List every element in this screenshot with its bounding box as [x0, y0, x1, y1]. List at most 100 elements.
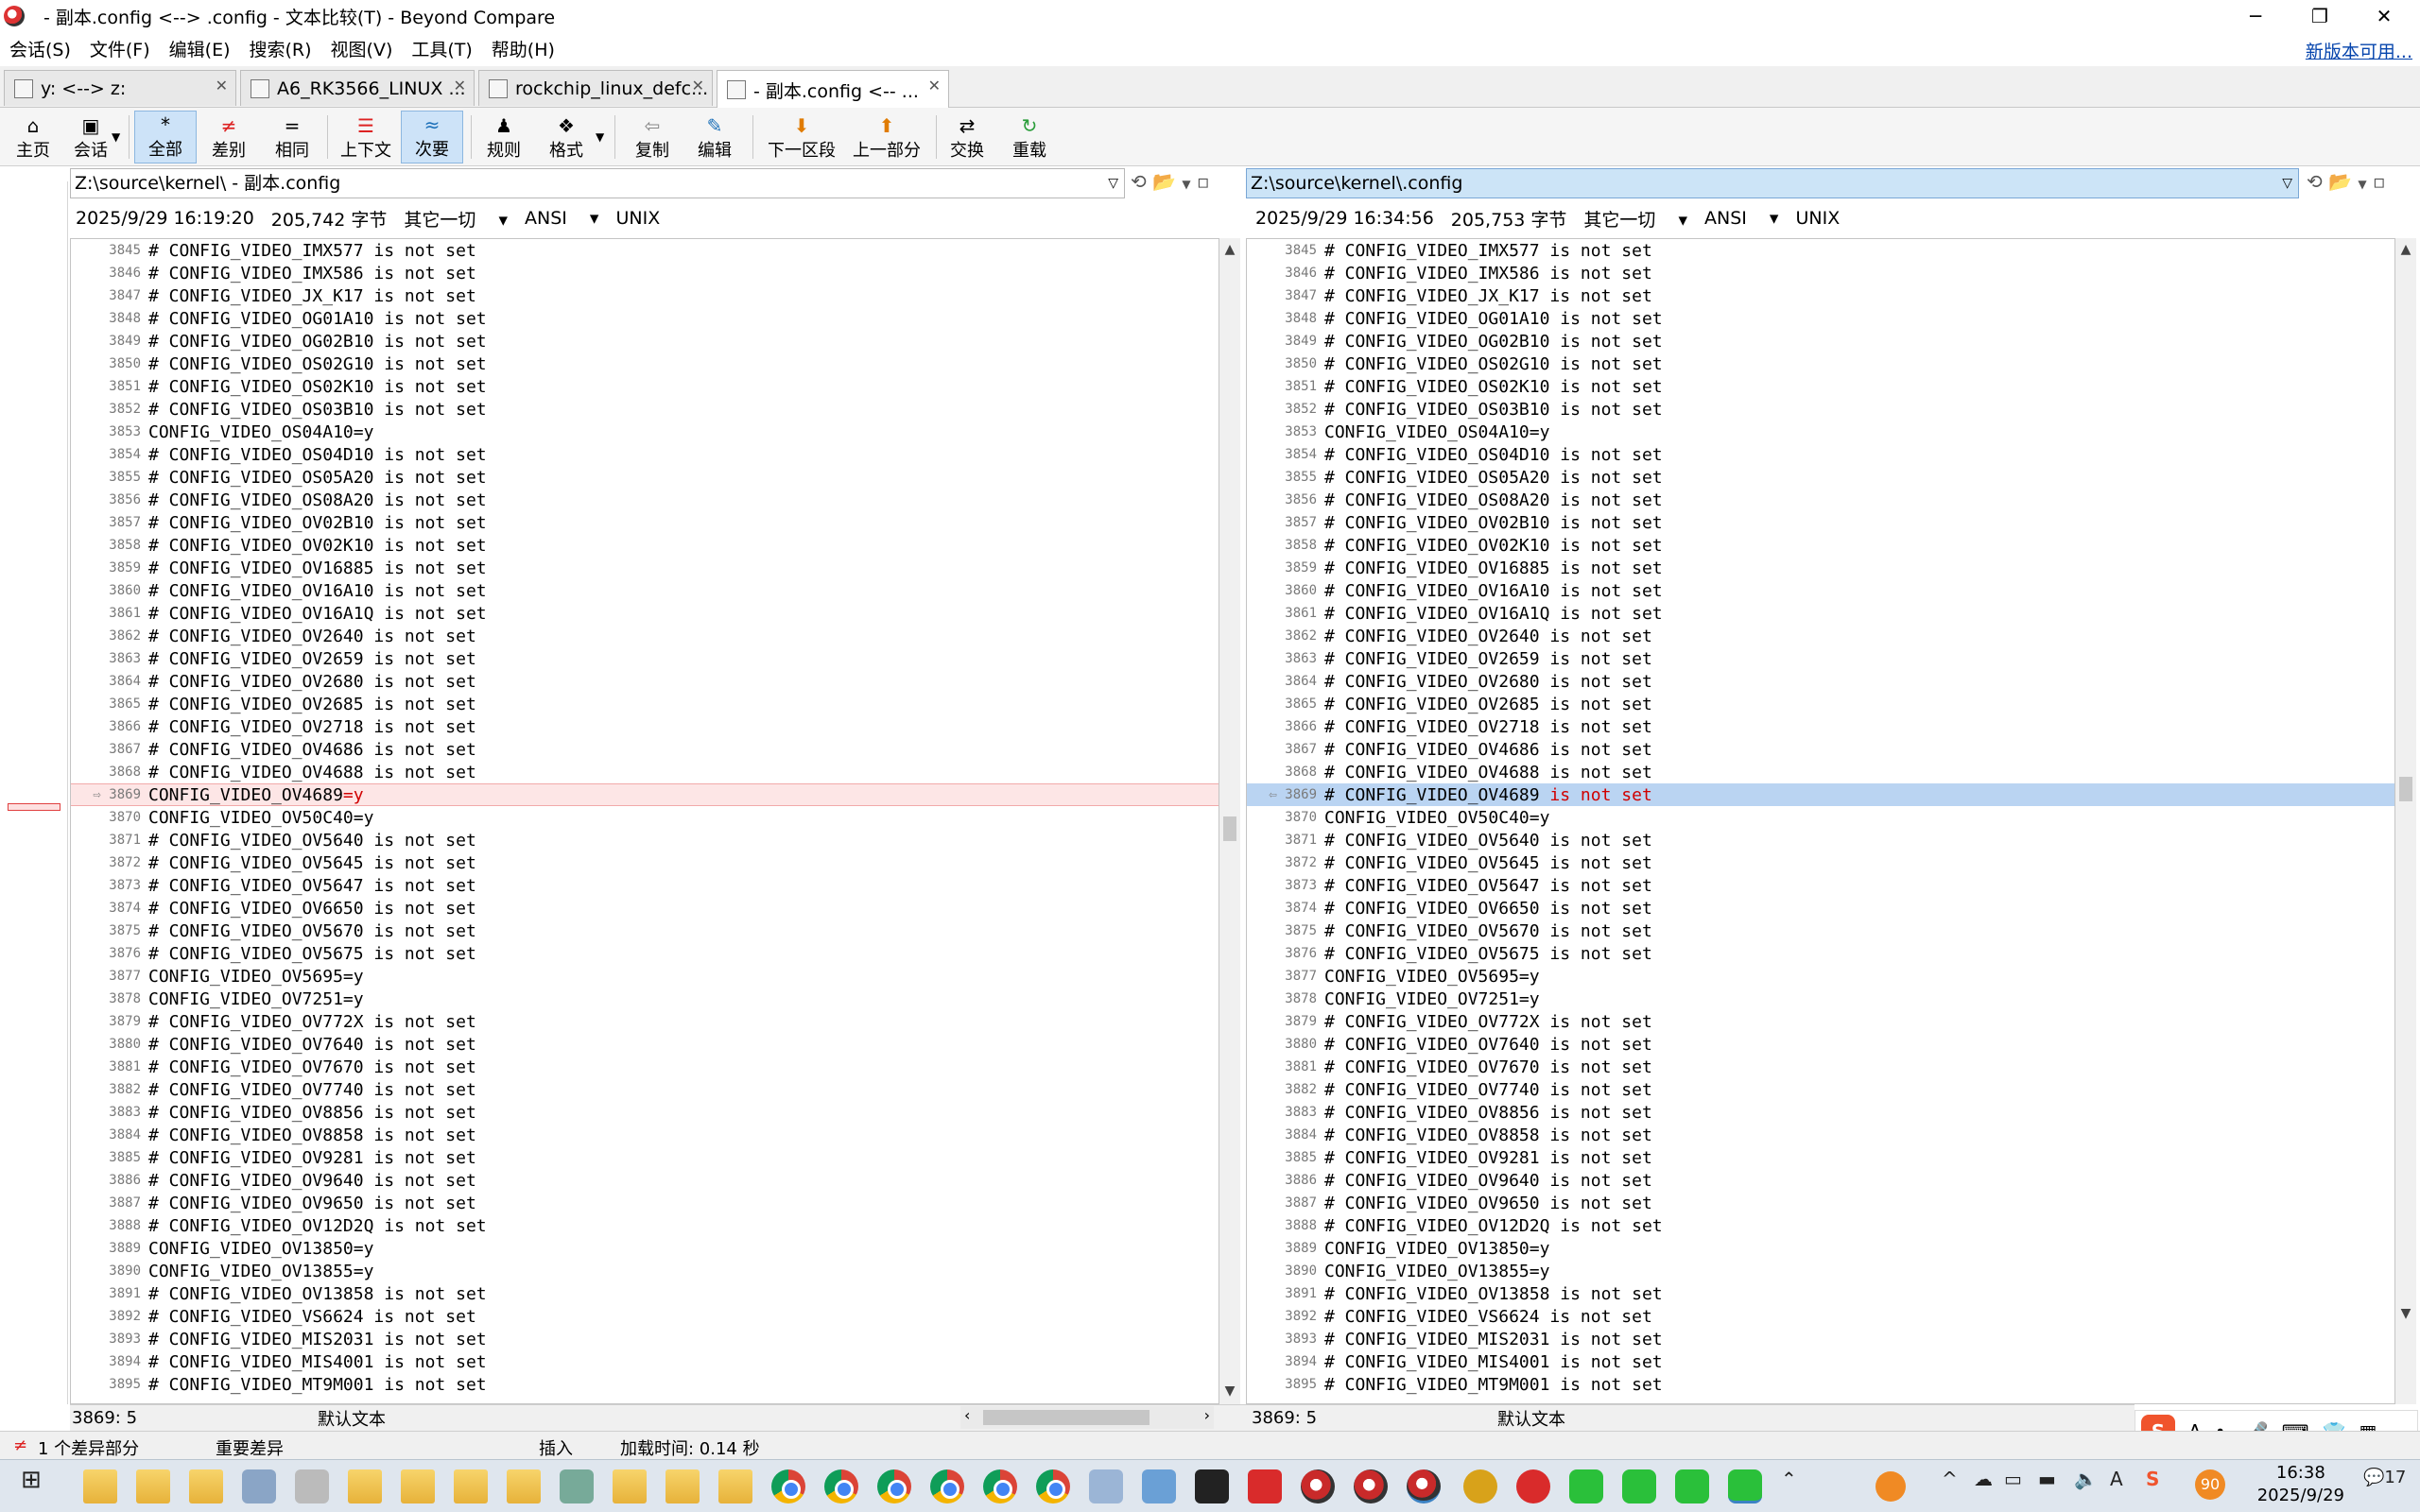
diff-line[interactable]: ⇨ 3869 CONFIG_VIDEO_OV4689=y	[71, 783, 1219, 806]
text-line[interactable]: 3884 # CONFIG_VIDEO_OV8858 is not set	[71, 1124, 1219, 1146]
reload-button[interactable]: ↻ 重载	[1004, 111, 1055, 163]
text-line[interactable]: 3852 # CONFIG_VIDEO_OS03B10 is not set	[1247, 398, 2394, 421]
text-line[interactable]: 3853 CONFIG_VIDEO_OS04A10=y	[71, 421, 1219, 443]
text-line[interactable]: 3849 # CONFIG_VIDEO_OG02B10 is not set	[71, 330, 1219, 352]
text-line[interactable]: 3879 # CONFIG_VIDEO_OV772X is not set	[1247, 1010, 2394, 1033]
menu-session[interactable]: 会话(S)	[0, 36, 80, 61]
text-line[interactable]: 3864 # CONFIG_VIDEO_OV2680 is not set	[1247, 670, 2394, 693]
text-line[interactable]: 3875 # CONFIG_VIDEO_OV5670 is not set	[71, 919, 1219, 942]
menu-edit[interactable]: 编辑(E)	[160, 36, 240, 61]
notification-icon[interactable]: 💬17	[2363, 1468, 2406, 1487]
text-line[interactable]: 3865 # CONFIG_VIDEO_OV2685 is not set	[1247, 693, 2394, 715]
text-line[interactable]: 3859 # CONFIG_VIDEO_OV16885 is not set	[71, 557, 1219, 579]
diff-thumbnail[interactable]	[0, 181, 68, 1404]
app-icon[interactable]	[560, 1469, 594, 1503]
text-line[interactable]: 3885 # CONFIG_VIDEO_OV9281 is not set	[71, 1146, 1219, 1169]
text-line[interactable]: 3860 # CONFIG_VIDEO_OV16A10 is not set	[1247, 579, 2394, 602]
text-line[interactable]: 3872 # CONFIG_VIDEO_OV5645 is not set	[71, 851, 1219, 874]
dropdown-icon[interactable]: ▼	[1182, 178, 1190, 191]
text-line[interactable]: 3887 # CONFIG_VIDEO_OV9650 is not set	[71, 1192, 1219, 1214]
session-button[interactable]: ▣ 会话	[62, 111, 119, 163]
right-line-ending[interactable]: UNIX	[1795, 208, 1840, 229]
scroll-down-icon[interactable]: ▼	[1219, 1383, 1240, 1399]
text-line[interactable]: 3860 # CONFIG_VIDEO_OV16A10 is not set	[71, 579, 1219, 602]
folder-icon[interactable]	[83, 1469, 117, 1503]
right-path-input[interactable]: Z:\source\kernel\.config ▽	[1246, 168, 2299, 198]
folder-icon[interactable]	[348, 1469, 382, 1503]
text-line[interactable]: 3893 # CONFIG_VIDEO_MIS2031 is not set	[1247, 1328, 2394, 1350]
chevron-down-icon[interactable]: ▽	[1108, 169, 1118, 198]
minimize-button[interactable]: ─	[2223, 0, 2288, 32]
tray-expand-icon[interactable]: ^	[1942, 1468, 1958, 1490]
text-line[interactable]: 3876 # CONFIG_VIDEO_OV5675 is not set	[71, 942, 1219, 965]
text-line[interactable]: 3878 CONFIG_VIDEO_OV7251=y	[1247, 988, 2394, 1010]
text-line[interactable]: 3846 # CONFIG_VIDEO_IMX586 is not set	[1247, 262, 2394, 284]
diff-line[interactable]: ⇦ 3869 # CONFIG_VIDEO_OV4689 is not set	[1247, 783, 2394, 806]
text-line[interactable]: 3855 # CONFIG_VIDEO_OS05A20 is not set	[71, 466, 1219, 489]
close-tab-icon[interactable]: ✕	[454, 77, 466, 94]
text-line[interactable]: 3870 CONFIG_VIDEO_OV50C40=y	[71, 806, 1219, 829]
format-dropdown-icon[interactable]: ▼	[596, 130, 604, 144]
text-line[interactable]: 3883 # CONFIG_VIDEO_OV8856 is not set	[71, 1101, 1219, 1124]
text-line[interactable]: 3878 CONFIG_VIDEO_OV7251=y	[71, 988, 1219, 1010]
text-line[interactable]: 3891 # CONFIG_VIDEO_OV13858 is not set	[1247, 1282, 2394, 1305]
app-notification-icon[interactable]	[1876, 1471, 1906, 1502]
text-line[interactable]: 3867 # CONFIG_VIDEO_OV4686 is not set	[71, 738, 1219, 761]
text-line[interactable]: 3890 CONFIG_VIDEO_OV13855=y	[71, 1260, 1219, 1282]
menu-help[interactable]: 帮助(H)	[482, 36, 564, 61]
chrome-icon[interactable]	[930, 1469, 964, 1503]
text-line[interactable]: 3891 # CONFIG_VIDEO_OV13858 is not set	[71, 1282, 1219, 1305]
show-same-button[interactable]: = 相同	[263, 111, 321, 163]
chrome-icon[interactable]	[877, 1469, 911, 1503]
text-line[interactable]: 3868 # CONFIG_VIDEO_OV4688 is not set	[1247, 761, 2394, 783]
right-encoding-select[interactable]: ANSI ▾	[1704, 208, 1778, 229]
new-version-link[interactable]: 新版本可用...	[2306, 38, 2412, 63]
text-line[interactable]: 3883 # CONFIG_VIDEO_OV8856 is not set	[1247, 1101, 2394, 1124]
rules-button[interactable]: ♟ 规则	[476, 111, 531, 163]
right-text-pane[interactable]: 3845 # CONFIG_VIDEO_IMX577 is not set 3846…	[1246, 238, 2395, 1404]
home-button[interactable]: ⌂ 主页	[8, 111, 59, 163]
text-line[interactable]: 3893 # CONFIG_VIDEO_MIS2031 is not set	[71, 1328, 1219, 1350]
scroll-up-icon[interactable]: ▲	[1219, 242, 1240, 257]
text-line[interactable]: 3864 # CONFIG_VIDEO_OV2680 is not set	[71, 670, 1219, 693]
history-icon[interactable]: ⟲	[2307, 170, 2323, 193]
text-line[interactable]: 3881 # CONFIG_VIDEO_OV7670 is not set	[1247, 1056, 2394, 1078]
text-line[interactable]: 3874 # CONFIG_VIDEO_OV6650 is not set	[71, 897, 1219, 919]
folder-icon[interactable]	[613, 1469, 647, 1503]
left-line-ending[interactable]: UNIX	[615, 208, 660, 229]
text-line[interactable]: 3866 # CONFIG_VIDEO_OV2718 is not set	[1247, 715, 2394, 738]
folder-icon[interactable]	[189, 1469, 223, 1503]
text-line[interactable]: 3894 # CONFIG_VIDEO_MIS4001 is not set	[71, 1350, 1219, 1373]
text-line[interactable]: 3868 # CONFIG_VIDEO_OV4688 is not set	[71, 761, 1219, 783]
text-line[interactable]: 3874 # CONFIG_VIDEO_OV6650 is not set	[1247, 897, 2394, 919]
scroll-thumb[interactable]	[2399, 777, 2412, 801]
text-line[interactable]: 3845 # CONFIG_VIDEO_IMX577 is not set	[1247, 239, 2394, 262]
app-icon[interactable]	[242, 1469, 276, 1503]
left-vertical-scrollbar[interactable]: ▲ ▼	[1219, 238, 1240, 1404]
text-line[interactable]: 3858 # CONFIG_VIDEO_OV02K10 is not set	[1247, 534, 2394, 557]
swap-button[interactable]: ⇄ 交换	[943, 111, 991, 163]
text-line[interactable]: 3861 # CONFIG_VIDEO_OV16A1Q is not set	[71, 602, 1219, 625]
save-icon[interactable]: ▫	[1197, 170, 1210, 193]
text-line[interactable]: 3892 # CONFIG_VIDEO_VS6624 is not set	[71, 1305, 1219, 1328]
text-line[interactable]: 3851 # CONFIG_VIDEO_OS02K10 is not set	[71, 375, 1219, 398]
tab-folder-compare[interactable]: y: <--> z: ✕	[4, 70, 236, 106]
text-line[interactable]: 3875 # CONFIG_VIDEO_OV5670 is not set	[1247, 919, 2394, 942]
left-path-input[interactable]: Z:\source\kernel\ - 副本.config ▽	[70, 168, 1125, 198]
app-icon[interactable]	[1142, 1469, 1176, 1503]
text-line[interactable]: 3858 # CONFIG_VIDEO_OV02K10 is not set	[71, 534, 1219, 557]
scroll-thumb[interactable]	[1223, 816, 1236, 841]
chrome-icon[interactable]	[771, 1469, 805, 1503]
text-line[interactable]: 3848 # CONFIG_VIDEO_OG01A10 is not set	[71, 307, 1219, 330]
folder-open-icon[interactable]: 📂	[1152, 170, 1176, 193]
text-line[interactable]: 3892 # CONFIG_VIDEO_VS6624 is not set	[1247, 1305, 2394, 1328]
text-line[interactable]: 3852 # CONFIG_VIDEO_OS03B10 is not set	[71, 398, 1219, 421]
dropdown-icon[interactable]: ▼	[2358, 178, 2366, 191]
left-horizontal-scrollbar[interactable]: ‹ ›	[960, 1406, 1214, 1429]
text-line[interactable]: 3863 # CONFIG_VIDEO_OV2659 is not set	[1247, 647, 2394, 670]
text-line[interactable]: 3890 CONFIG_VIDEO_OV13855=y	[1247, 1260, 2394, 1282]
text-line[interactable]: 3877 CONFIG_VIDEO_OV5695=y	[71, 965, 1219, 988]
text-line[interactable]: 3889 CONFIG_VIDEO_OV13850=y	[1247, 1237, 2394, 1260]
text-line[interactable]: 3862 # CONFIG_VIDEO_OV2640 is not set	[1247, 625, 2394, 647]
text-line[interactable]: 3854 # CONFIG_VIDEO_OS04D10 is not set	[71, 443, 1219, 466]
